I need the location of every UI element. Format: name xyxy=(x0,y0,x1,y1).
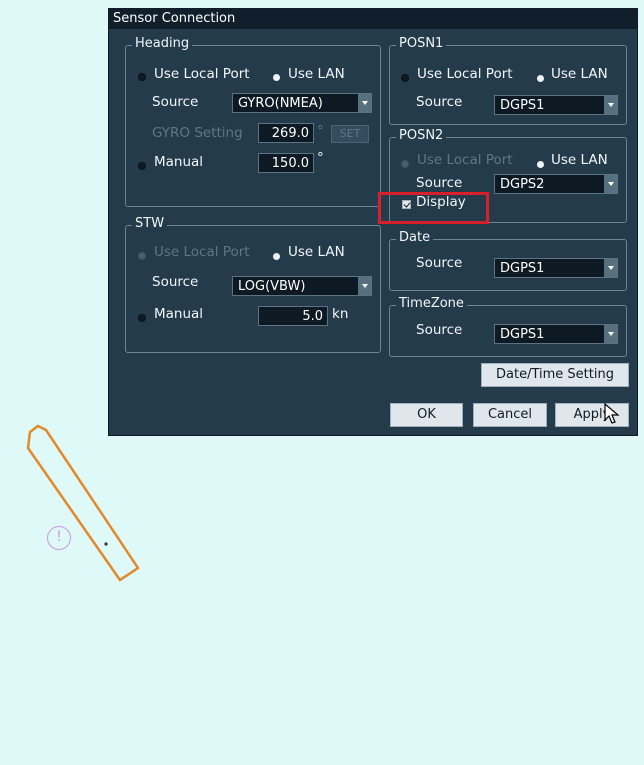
chevron-down-icon[interactable] xyxy=(358,94,371,112)
chevron-down-icon[interactable] xyxy=(604,259,617,277)
chevron-down-icon[interactable] xyxy=(604,96,617,114)
posn1-group-title: POSN1 xyxy=(396,36,447,51)
timezone-source-dropdown[interactable]: DGPS1 xyxy=(494,324,618,344)
date-group: Date Source DGPS1 xyxy=(389,230,627,291)
heading-use-lan-radio[interactable] xyxy=(273,74,280,81)
stw-manual-radio[interactable] xyxy=(138,314,146,322)
vessel-outline-icon xyxy=(26,424,140,582)
posn1-use-lan-radio[interactable] xyxy=(537,75,544,82)
timezone-source-value: DGPS1 xyxy=(500,327,545,342)
timezone-group-title: TimeZone xyxy=(396,296,467,311)
stw-manual-label[interactable]: Manual xyxy=(154,306,203,322)
posn1-use-local-port-label[interactable]: Use Local Port xyxy=(417,66,513,82)
date-group-title: Date xyxy=(396,230,434,245)
chevron-down-icon[interactable] xyxy=(604,175,617,193)
heading-manual-radio[interactable] xyxy=(138,162,146,170)
posn1-use-local-port-radio[interactable] xyxy=(401,74,409,82)
stw-group-title: STW xyxy=(132,216,168,231)
heading-group-title: Heading xyxy=(132,36,193,51)
display-highlight-box xyxy=(378,192,489,224)
stw-manual-value: 5.0 xyxy=(302,309,323,324)
posn1-source-value: DGPS1 xyxy=(500,98,545,113)
posn2-group-title: POSN2 xyxy=(396,128,447,143)
alert-symbol-text: ! xyxy=(56,529,62,545)
date-source-label: Source xyxy=(416,255,463,271)
screen: { "dialog": { "title": "Sensor Connectio… xyxy=(0,0,644,765)
heading-use-local-port-label[interactable]: Use Local Port xyxy=(154,66,250,82)
stw-use-lan-label[interactable]: Use LAN xyxy=(288,244,345,260)
stw-source-value: LOG(VBW) xyxy=(238,279,306,294)
gyro-set-button[interactable]: SET xyxy=(331,125,369,143)
chevron-down-icon[interactable] xyxy=(358,277,371,295)
heading-manual-unit: ° xyxy=(317,150,324,166)
gyro-setting-value: 269.0 xyxy=(271,126,309,141)
posn2-source-dropdown[interactable]: DGPS2 xyxy=(494,174,618,194)
posn1-use-lan-label[interactable]: Use LAN xyxy=(551,66,608,82)
heading-use-lan-label[interactable]: Use LAN xyxy=(288,66,345,82)
heading-group: Heading Use Local Port Use LAN Source GY… xyxy=(125,36,381,207)
date-source-value: DGPS1 xyxy=(500,261,545,276)
heading-manual-field[interactable]: 150.0 xyxy=(258,153,314,173)
stw-use-local-port-radio[interactable] xyxy=(138,252,146,260)
timezone-group: TimeZone Source DGPS1 xyxy=(389,296,627,357)
chevron-down-icon[interactable] xyxy=(604,325,617,343)
stw-use-local-port-label[interactable]: Use Local Port xyxy=(154,244,250,260)
posn2-use-lan-label[interactable]: Use LAN xyxy=(551,152,608,168)
alert-icon: ! xyxy=(47,526,71,550)
mouse-cursor-icon xyxy=(604,403,620,424)
posn2-source-label: Source xyxy=(416,175,463,191)
sensor-connection-dialog: Sensor Connection Heading Use Local Port… xyxy=(108,8,638,436)
heading-manual-value: 150.0 xyxy=(271,156,309,171)
stw-use-lan-radio[interactable] xyxy=(273,253,280,260)
posn2-use-lan-radio[interactable] xyxy=(537,161,544,168)
stw-manual-field[interactable]: 5.0 xyxy=(258,306,328,326)
posn2-use-local-port-radio[interactable] xyxy=(401,160,409,168)
stw-group: STW Use Local Port Use LAN Source LOG(VB… xyxy=(125,216,381,353)
heading-source-value: GYRO(NMEA) xyxy=(238,96,323,111)
dialog-title: Sensor Connection xyxy=(109,9,637,29)
posn1-group: POSN1 Use Local Port Use LAN Source DGPS… xyxy=(389,36,627,125)
gyro-degree-unit: ° xyxy=(317,123,324,139)
gyro-setting-label: GYRO Setting xyxy=(152,125,243,141)
heading-use-local-port-radio[interactable] xyxy=(138,73,146,81)
ok-button[interactable]: OK xyxy=(390,403,463,427)
heading-manual-label[interactable]: Manual xyxy=(154,154,203,170)
posn2-use-local-port-label[interactable]: Use Local Port xyxy=(417,152,513,168)
stw-source-label: Source xyxy=(152,274,199,290)
date-time-setting-button[interactable]: Date/Time Setting xyxy=(481,363,629,387)
cancel-button[interactable]: Cancel xyxy=(473,403,547,427)
heading-source-label: Source xyxy=(152,94,199,110)
posn1-source-dropdown[interactable]: DGPS1 xyxy=(494,95,618,115)
date-source-dropdown[interactable]: DGPS1 xyxy=(494,258,618,278)
posn1-source-label: Source xyxy=(416,94,463,110)
posn2-source-value: DGPS2 xyxy=(500,177,545,192)
stw-manual-unit: kn xyxy=(332,306,349,322)
stw-source-dropdown[interactable]: LOG(VBW) xyxy=(232,276,372,296)
heading-source-dropdown[interactable]: GYRO(NMEA) xyxy=(232,93,372,113)
gyro-setting-field[interactable]: 269.0 xyxy=(258,123,314,143)
timezone-source-label: Source xyxy=(416,322,463,338)
